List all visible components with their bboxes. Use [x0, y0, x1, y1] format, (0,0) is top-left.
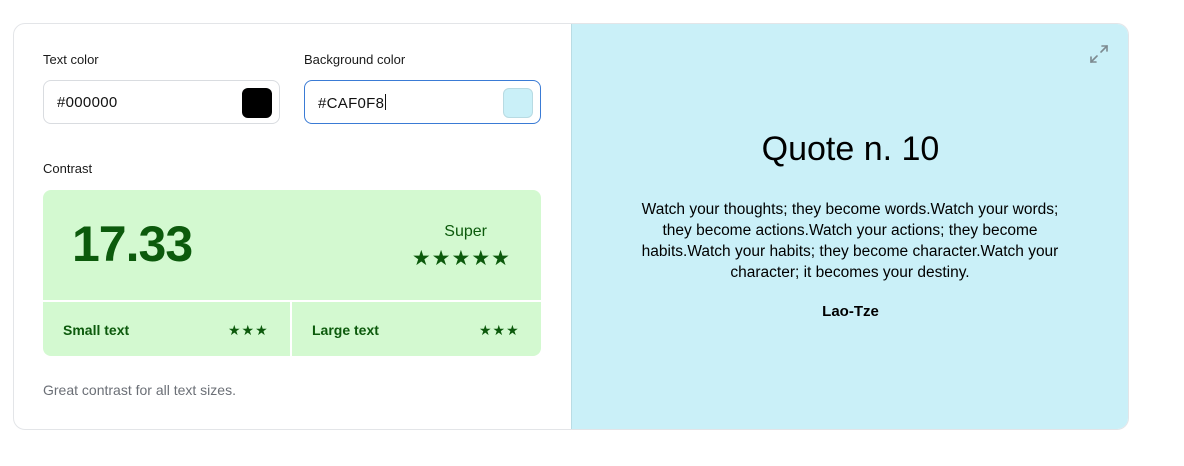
large-text-label: Large text [312, 322, 379, 338]
text-caret [385, 94, 387, 110]
background-color-label: Background color [304, 52, 406, 67]
contrast-checker-card: Text color #000000 Background color #CAF… [13, 23, 1129, 430]
background-color-value: #CAF0F8 [318, 94, 387, 112]
background-color-input[interactable]: #CAF0F8 [304, 80, 541, 124]
quote-author: Lao-Tze [822, 303, 879, 320]
small-text-stars: ★★★ [228, 322, 269, 338]
contrast-note: Great contrast for all text sizes. [43, 382, 236, 398]
grade-stars: ★★★★★ [411, 247, 511, 270]
small-text-label: Small text [63, 322, 130, 338]
contrast-label: Contrast [43, 161, 93, 176]
background-color-swatch[interactable] [503, 88, 533, 118]
quote-title: Quote n. 10 [761, 130, 940, 168]
contrast-grade: Super [444, 223, 487, 240]
text-color-label: Text color [43, 52, 99, 67]
quote-text: Watch your thoughts; they become words.W… [641, 201, 1059, 281]
quote-preview: Quote n. 10 Watch your thoughts; they be… [571, 24, 1128, 429]
contrast-ratio: 17.33 [72, 216, 193, 272]
text-color-input[interactable]: #000000 [43, 80, 280, 124]
controls-panel: Text color #000000 Background color #CAF… [14, 24, 571, 429]
expand-icon[interactable] [1088, 43, 1110, 65]
text-color-value: #000000 [57, 94, 118, 111]
divider [290, 300, 292, 356]
divider [43, 300, 541, 302]
text-color-swatch[interactable] [242, 88, 272, 118]
large-text-stars: ★★★ [479, 322, 520, 338]
contrast-result: 17.33 Super ★★★★★ Small text ★★★ Large t… [43, 190, 541, 356]
